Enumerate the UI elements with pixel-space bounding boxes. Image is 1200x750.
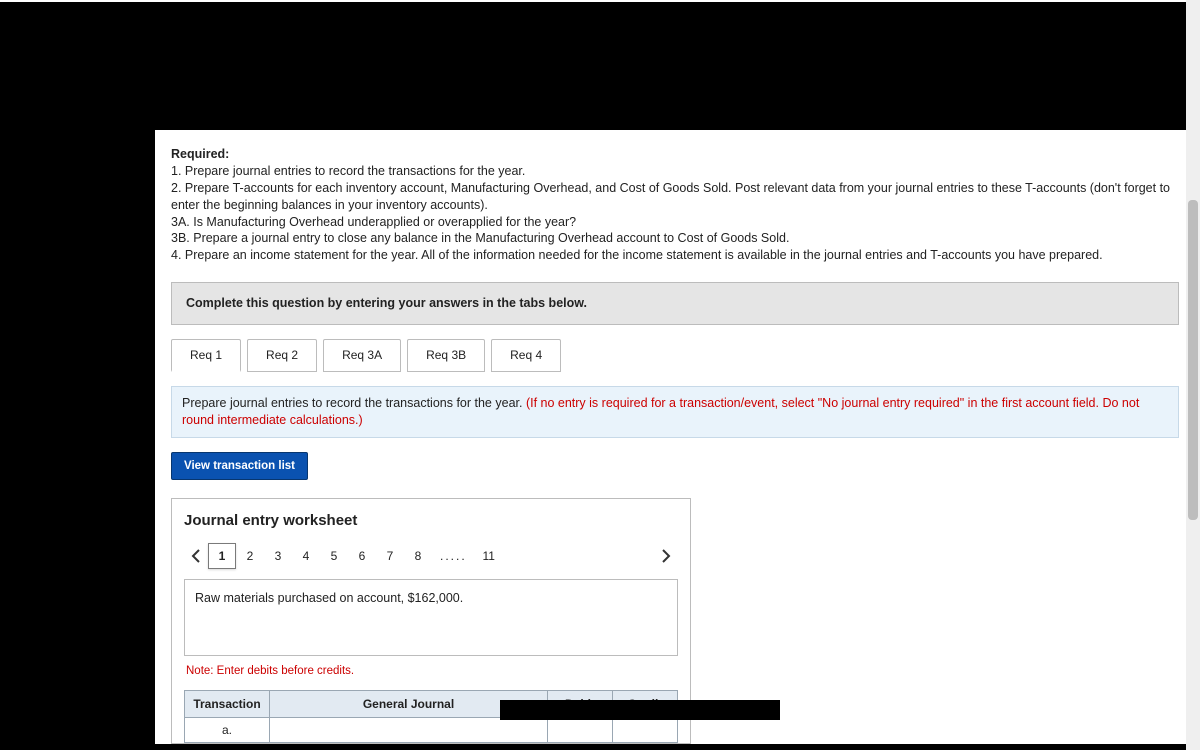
- tab-req-4[interactable]: Req 4: [491, 339, 561, 372]
- required-line-2: 2. Prepare T-accounts for each inventory…: [171, 180, 1179, 214]
- step-3[interactable]: 3: [264, 543, 292, 569]
- tab-req-2[interactable]: Req 2: [247, 339, 317, 372]
- required-line-3b: 3B. Prepare a journal entry to close any…: [171, 230, 1179, 247]
- top-divider: [0, 0, 1200, 2]
- next-step-icon[interactable]: [654, 543, 678, 569]
- tab-req-1[interactable]: Req 1: [171, 339, 241, 372]
- bottom-redaction-bar: [500, 700, 780, 720]
- required-line-1: 1. Prepare journal entries to record the…: [171, 163, 1179, 180]
- step-11[interactable]: 11: [475, 543, 503, 569]
- requirement-tabs: Req 1 Req 2 Req 3A Req 3B Req 4: [171, 339, 1179, 372]
- required-line-3a: 3A. Is Manufacturing Overhead underappli…: [171, 214, 1179, 231]
- step-6[interactable]: 6: [348, 543, 376, 569]
- prompt-block: Prepare journal entries to record the tr…: [171, 386, 1179, 438]
- prompt-text: Prepare journal entries to record the tr…: [182, 396, 526, 410]
- debit-input-cell[interactable]: [548, 717, 613, 742]
- table-row: a.: [185, 717, 678, 742]
- scrollbar-thumb[interactable]: [1188, 200, 1198, 520]
- view-transaction-list-button[interactable]: View transaction list: [171, 452, 308, 480]
- required-block: Required: 1. Prepare journal entries to …: [171, 146, 1179, 264]
- account-select-cell[interactable]: [270, 717, 548, 742]
- required-line-4: 4. Prepare an income statement for the y…: [171, 247, 1179, 264]
- worksheet-step-nav: 1 2 3 4 5 6 7 8 ..... 11: [184, 543, 678, 569]
- step-ellipsis: .....: [432, 548, 475, 564]
- instruction-banner: Complete this question by entering your …: [171, 282, 1179, 325]
- transaction-description: Raw materials purchased on account, $162…: [184, 579, 678, 656]
- step-5[interactable]: 5: [320, 543, 348, 569]
- col-transaction: Transaction: [185, 690, 270, 717]
- prev-step-icon[interactable]: [184, 543, 208, 569]
- step-8[interactable]: 8: [404, 543, 432, 569]
- credit-input-cell[interactable]: [613, 717, 678, 742]
- tab-req-3b[interactable]: Req 3B: [407, 339, 485, 372]
- step-4[interactable]: 4: [292, 543, 320, 569]
- step-1[interactable]: 1: [208, 543, 236, 569]
- app-frame: Required: 1. Prepare journal entries to …: [0, 0, 1200, 750]
- step-7[interactable]: 7: [376, 543, 404, 569]
- txn-label-cell: a.: [185, 717, 270, 742]
- assignment-page: Required: 1. Prepare journal entries to …: [155, 130, 1195, 744]
- tab-req-3a[interactable]: Req 3A: [323, 339, 401, 372]
- vertical-scrollbar[interactable]: [1186, 0, 1200, 750]
- required-heading: Required:: [171, 146, 1179, 163]
- debits-before-credits-note: Note: Enter debits before credits.: [184, 660, 678, 690]
- step-2[interactable]: 2: [236, 543, 264, 569]
- worksheet-title: Journal entry worksheet: [184, 511, 678, 531]
